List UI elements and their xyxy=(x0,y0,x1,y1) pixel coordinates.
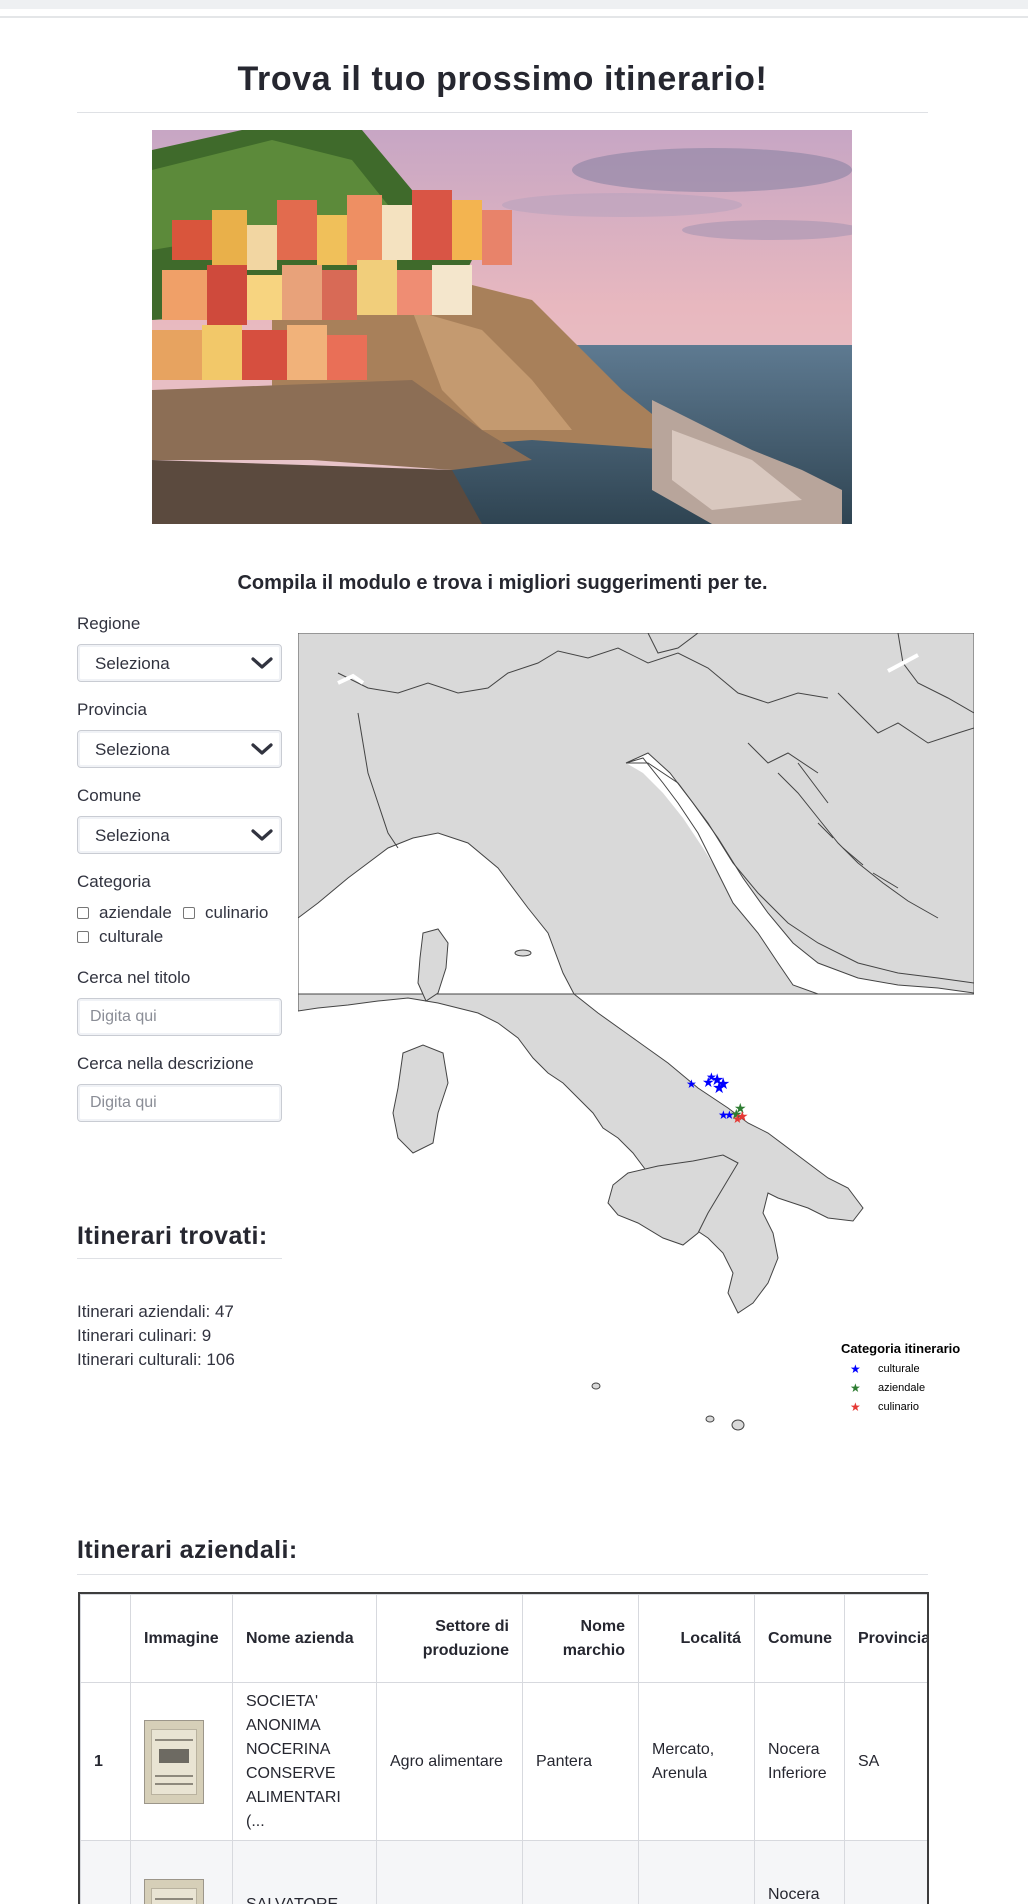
count-culinari: Itinerari culinari: 9 xyxy=(77,1326,212,1345)
map-legend-title: Categoria itinerario xyxy=(841,1341,960,1356)
legend-culinario-icon: ★ xyxy=(850,1400,861,1414)
title-divider xyxy=(77,112,928,113)
count-aziendali: Itinerari aziendali: 47 xyxy=(77,1302,234,1321)
checkbox-box[interactable] xyxy=(77,931,89,943)
header-divider xyxy=(0,16,1028,18)
legend-culturale-label: culturale xyxy=(878,1363,920,1375)
cell-marchio xyxy=(522,1840,639,1904)
map-svg: ★ ★ ★ ★ ★ ★ ★ ★ ★ ★ ★ ★ Categoria itiner… xyxy=(297,632,975,1431)
svg-text:★: ★ xyxy=(706,1070,717,1084)
comune-select[interactable]: Seleziona xyxy=(77,816,282,854)
form-subtitle: Compila il modulo e trova i migliori sug… xyxy=(237,572,768,594)
regione-select[interactable]: Seleziona xyxy=(77,644,282,682)
cell-localita: Mercato, Arenula xyxy=(638,1682,755,1841)
cell-nome-azienda: SOCIETA' ANONIMA NOCERINA CONSERVE ALIME… xyxy=(232,1682,377,1841)
cerca-titolo-label: Cerca nel titolo xyxy=(77,968,191,987)
cell-marchio: Pantera xyxy=(522,1682,639,1841)
provincia-select[interactable]: Seleziona xyxy=(77,730,282,768)
cell-nome-azienda: SALVATORE xyxy=(232,1840,377,1904)
regione-label: Regione xyxy=(77,614,141,633)
cell-provincia xyxy=(844,1840,927,1904)
legend-culinario-label: culinario xyxy=(878,1401,919,1413)
cerca-titolo-input[interactable] xyxy=(77,998,282,1036)
legend-culturale-icon: ★ xyxy=(850,1362,861,1376)
results-divider xyxy=(77,1258,282,1259)
svg-text:★: ★ xyxy=(732,1112,743,1126)
col-header-immagine[interactable]: Immagine xyxy=(130,1594,233,1683)
cell-comune: Nocera Inferiore xyxy=(754,1682,845,1841)
checkbox-aziendale-label: aziendale xyxy=(99,903,172,922)
count-culturali: Itinerari culturali: 106 xyxy=(77,1350,235,1369)
document-thumbnail-icon[interactable] xyxy=(144,1879,204,1904)
cell-settore xyxy=(376,1840,523,1904)
checkbox-aziendale[interactable]: aziendale xyxy=(77,903,172,923)
row-index xyxy=(80,1840,131,1904)
col-header-settore[interactable]: Settore di produzione xyxy=(376,1594,523,1683)
col-header-marchio[interactable]: Nome marchio xyxy=(522,1594,639,1683)
col-header-comune[interactable]: Comune xyxy=(754,1594,845,1683)
chevron-down-icon xyxy=(251,657,273,669)
aziendali-divider xyxy=(77,1574,928,1575)
provincia-label: Provincia xyxy=(77,700,147,719)
cerca-descrizione-input[interactable] xyxy=(77,1084,282,1122)
aziendali-heading: Itinerari aziendali: xyxy=(77,1536,298,1564)
chevron-down-icon xyxy=(251,743,273,755)
row-image-cell[interactable] xyxy=(130,1840,233,1904)
provincia-select-value: Seleziona xyxy=(95,740,170,759)
checkbox-box[interactable] xyxy=(77,907,89,919)
browser-top-bar xyxy=(0,0,1028,9)
cell-settore: Agro alimentare xyxy=(376,1682,523,1841)
landscape-photo-icon xyxy=(152,130,852,524)
col-header-index[interactable] xyxy=(80,1594,131,1683)
cerca-descrizione-label: Cerca nella descrizione xyxy=(77,1054,254,1073)
document-thumbnail-icon[interactable] xyxy=(144,1719,204,1804)
aziendali-table[interactable]: Immagine Nome azienda Settore di produzi… xyxy=(78,1592,929,1904)
col-header-provincia[interactable]: Provincia xyxy=(844,1594,927,1683)
legend-aziendale-icon: ★ xyxy=(850,1381,861,1395)
cell-localita xyxy=(638,1840,755,1904)
col-header-nome-azienda[interactable]: Nome azienda xyxy=(232,1594,377,1683)
col-header-localita[interactable]: Localitá xyxy=(638,1594,755,1683)
svg-text:★: ★ xyxy=(686,1077,697,1091)
checkbox-culturale[interactable]: culturale xyxy=(77,927,163,947)
results-heading: Itinerari trovati: xyxy=(77,1222,268,1250)
row-image-cell[interactable] xyxy=(130,1682,233,1841)
hero-image xyxy=(152,130,852,524)
table-row[interactable]: 1 SOCIETA' ANONIMA NOCERINA CONSERVE ALI… xyxy=(80,1682,927,1841)
regione-select-value: Seleziona xyxy=(95,654,170,673)
table-row[interactable]: SALVATORE Nocera xyxy=(80,1840,927,1904)
checkbox-culinario[interactable]: culinario xyxy=(183,903,268,923)
comune-label: Comune xyxy=(77,786,142,805)
row-index: 1 xyxy=(80,1682,131,1841)
checkbox-culinario-label: culinario xyxy=(205,903,269,922)
page-title: Trova il tuo prossimo itinerario! xyxy=(237,60,768,98)
cell-comune: Nocera xyxy=(754,1840,845,1904)
comune-select-value: Seleziona xyxy=(95,826,170,845)
italy-map[interactable]: ★ ★ ★ ★ ★ ★ ★ ★ ★ ★ ★ ★ Categoria itiner… xyxy=(297,632,975,1466)
chevron-down-icon xyxy=(251,829,273,841)
checkbox-culturale-label: culturale xyxy=(99,927,164,946)
legend-aziendale-label: aziendale xyxy=(878,1382,925,1394)
categoria-label: Categoria xyxy=(77,872,151,891)
cell-provincia: SA xyxy=(844,1682,927,1841)
checkbox-box[interactable] xyxy=(183,907,195,919)
